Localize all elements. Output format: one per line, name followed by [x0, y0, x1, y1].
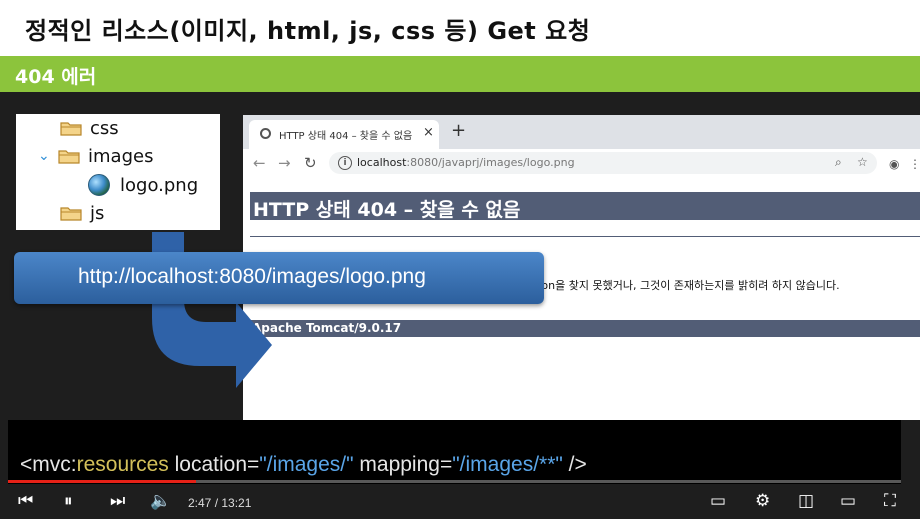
- code-lt: <: [20, 453, 33, 476]
- code-attr-mapping: mapping=: [353, 453, 453, 476]
- code-value-location: "/images/": [259, 453, 354, 476]
- time-display: 2:47 / 13:21: [188, 496, 252, 510]
- code-attr-location: location=: [168, 453, 260, 476]
- player-controls: ⏮ ⏸ ⏭ 🔈 2:47 / 13:21 ▭ ⚙ ◫ ▭ ⛶: [0, 483, 920, 519]
- gear-icon[interactable]: ⚙: [755, 493, 770, 510]
- previous-icon[interactable]: ⏮: [18, 493, 33, 510]
- theater-mode-icon[interactable]: ▭: [840, 493, 856, 510]
- pause-icon[interactable]: ⏸: [64, 493, 73, 510]
- fullscreen-icon[interactable]: ⛶: [884, 493, 896, 510]
- code-tag: resources: [76, 453, 169, 476]
- code-value-mapping: "/images/**": [452, 453, 563, 476]
- next-icon[interactable]: ⏭: [110, 493, 125, 510]
- volume-icon[interactable]: 🔈: [150, 493, 171, 510]
- code-namespace: mvc:: [32, 453, 77, 476]
- miniplayer-icon[interactable]: ◫: [798, 493, 814, 510]
- code-overlay: <mvc:resources location="/images/" mappi…: [8, 420, 901, 484]
- code-close: />: [562, 453, 587, 476]
- subtitles-icon[interactable]: ▭: [710, 493, 726, 510]
- callout-url: http://localhost:8080/images/logo.png: [78, 265, 426, 288]
- code-line: <mvc:resources location="/images/" mappi…: [20, 453, 587, 477]
- url-callout: http://localhost:8080/images/logo.png: [14, 252, 544, 304]
